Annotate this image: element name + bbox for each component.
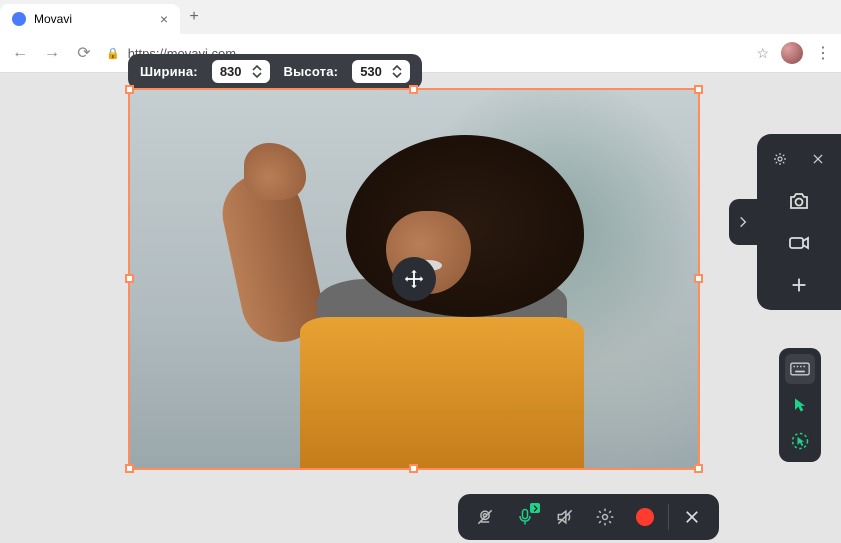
side-panel-body [757, 134, 841, 310]
microphone-button[interactable] [508, 500, 542, 534]
webcam-toggle-button[interactable] [468, 500, 502, 534]
screenshot-button[interactable] [786, 188, 812, 214]
forward-button[interactable]: → [42, 44, 62, 62]
keyboard-icon [790, 362, 810, 376]
recording-toolbar [458, 494, 719, 540]
settings-button[interactable] [588, 500, 622, 534]
browser-tab[interactable]: Movavi × [0, 4, 180, 34]
collapse-panel-button[interactable] [729, 199, 757, 245]
resize-handle-mr[interactable] [694, 274, 703, 283]
system-audio-button[interactable] [548, 500, 582, 534]
chevron-right-icon [736, 215, 750, 229]
camera-icon [787, 189, 811, 213]
keyboard-overlay-button[interactable] [785, 354, 815, 384]
webcam-off-icon [475, 507, 495, 527]
width-value: 830 [220, 64, 242, 79]
tab-title: Movavi [34, 12, 72, 26]
side-panel [729, 134, 841, 310]
tab-bar: Movavi × + [0, 0, 841, 34]
capture-content [130, 90, 698, 468]
gear-icon [772, 151, 788, 167]
favicon-icon [12, 12, 26, 26]
cursor-icon [790, 395, 810, 415]
click-effect-button[interactable] [785, 426, 815, 456]
lock-icon: 🔒 [106, 47, 120, 60]
height-spinner[interactable] [392, 65, 402, 78]
resize-handle-bm[interactable] [409, 464, 418, 473]
capture-selection[interactable] [128, 88, 700, 470]
record-icon [636, 508, 654, 526]
video-camera-icon [787, 231, 811, 255]
photo-overalls [300, 317, 584, 468]
resize-handle-bl[interactable] [125, 464, 134, 473]
record-button[interactable] [628, 500, 662, 534]
chevron-down-icon[interactable] [252, 72, 262, 78]
panel-settings-button[interactable] [767, 146, 793, 172]
close-icon [811, 152, 825, 166]
video-record-button[interactable] [786, 230, 812, 256]
width-spinner[interactable] [252, 65, 262, 78]
cursor-click-icon [790, 431, 810, 451]
resize-handle-tm[interactable] [409, 85, 418, 94]
chevron-up-icon[interactable] [392, 65, 402, 71]
move-handle[interactable] [392, 257, 436, 301]
height-label: Высота: [284, 64, 339, 79]
move-icon [403, 268, 425, 290]
cursor-highlight-button[interactable] [785, 390, 815, 420]
back-button[interactable]: ← [10, 44, 30, 62]
resize-handle-tl[interactable] [125, 85, 134, 94]
resize-handle-br[interactable] [694, 464, 703, 473]
height-value: 530 [360, 64, 382, 79]
resize-handle-tr[interactable] [694, 85, 703, 94]
width-input[interactable]: 830 [212, 60, 270, 83]
plus-icon [788, 274, 810, 296]
speaker-off-icon [555, 507, 575, 527]
width-label: Ширина: [140, 64, 198, 79]
new-tab-button[interactable]: + [180, 8, 208, 26]
chevron-up-icon[interactable] [252, 65, 262, 71]
close-icon [683, 508, 701, 526]
reload-button[interactable]: ⟳ [74, 43, 94, 63]
panel-close-button[interactable] [805, 146, 831, 172]
resize-handle-ml[interactable] [125, 274, 134, 283]
chevron-down-icon[interactable] [392, 72, 402, 78]
effects-toolbar [779, 348, 821, 462]
dimension-bar[interactable]: Ширина: 830 Высота: 530 [128, 54, 422, 89]
mic-expand-badge[interactable] [530, 503, 540, 513]
close-toolbar-button[interactable] [675, 500, 709, 534]
toolbar-separator [668, 504, 669, 530]
browser-menu-icon[interactable]: ⋮ [815, 43, 831, 63]
bookmark-icon[interactable]: ☆ [756, 45, 769, 62]
close-tab-icon[interactable]: × [160, 11, 168, 27]
profile-avatar[interactable] [781, 42, 803, 64]
add-tool-button[interactable] [786, 272, 812, 298]
height-input[interactable]: 530 [352, 60, 410, 83]
gear-icon [595, 507, 615, 527]
